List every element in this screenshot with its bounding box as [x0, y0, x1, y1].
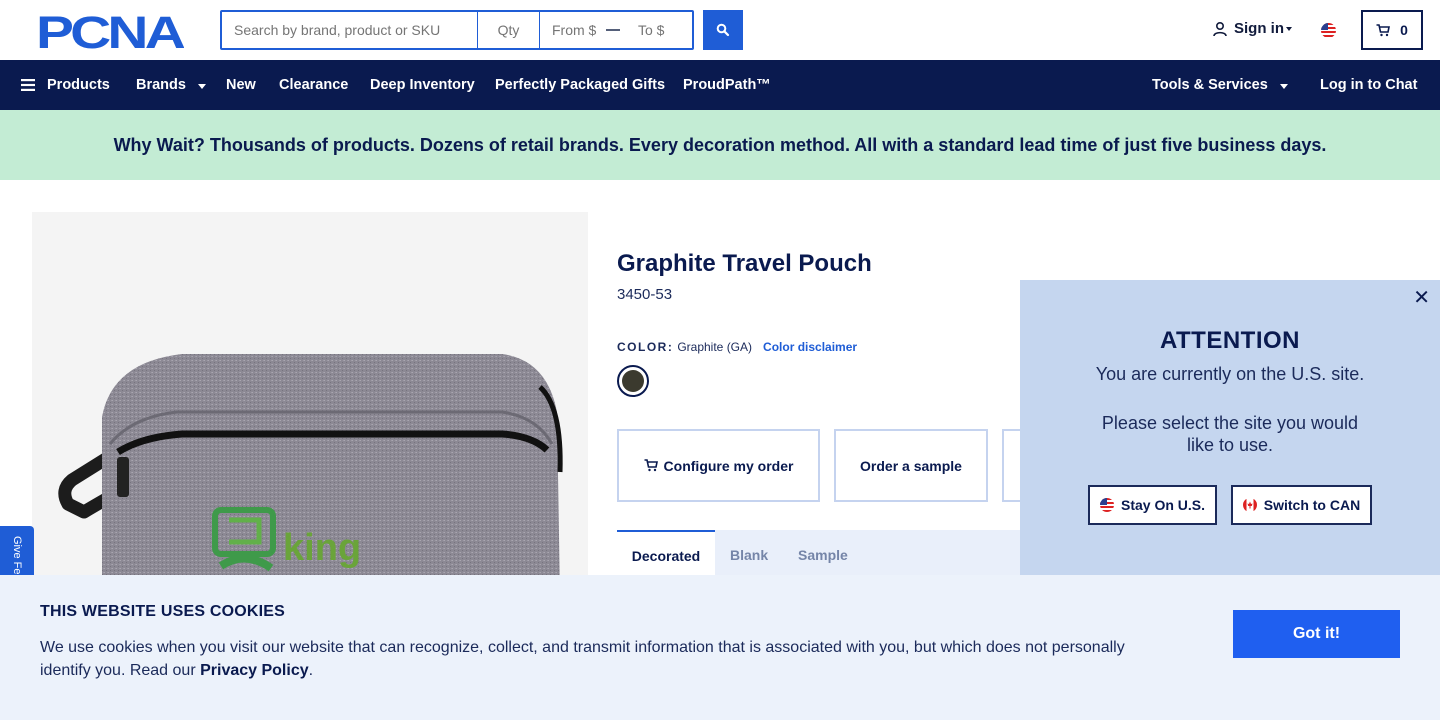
- privacy-policy-link[interactable]: Privacy Policy: [200, 662, 309, 679]
- stay-label: Stay On U.S.: [1120, 497, 1206, 513]
- qty-input[interactable]: [478, 12, 540, 48]
- color-value: Graphite (GA): [677, 340, 753, 354]
- nav-perfectly-packaged-gifts[interactable]: Perfectly Packaged Gifts: [495, 60, 665, 110]
- nav-products[interactable]: Products: [21, 60, 110, 110]
- product-sku: 3450-53: [617, 286, 673, 303]
- cart-icon: [1376, 23, 1391, 36]
- nav-proudpath-label: ProudPath™: [683, 77, 771, 93]
- nav-tools-label: Tools & Services: [1152, 77, 1268, 93]
- nav-tools-services[interactable]: Tools & Services: [1152, 60, 1288, 110]
- tab-decorated[interactable]: Decorated: [617, 530, 715, 580]
- site-select-modal: ✕ ATTENTION You are currently on the U.S…: [1020, 280, 1440, 580]
- tab-decorated-label: Decorated: [631, 548, 701, 564]
- swatch-fill: [622, 370, 644, 392]
- sample-label: Order a sample: [860, 457, 962, 474]
- sign-in-label: Sign in: [1234, 20, 1284, 37]
- us-flag-icon: [1099, 498, 1114, 512]
- chat-label: Log in to Chat: [1320, 77, 1418, 93]
- order-sample-button[interactable]: Order a sample: [834, 429, 988, 502]
- color-disclaimer-link[interactable]: Color disclaimer: [763, 340, 857, 354]
- menu-icon: [21, 79, 35, 91]
- configure-order-button[interactable]: Configure my order: [617, 429, 820, 502]
- nav-new-label: New: [226, 77, 256, 93]
- modal-select-text: Please select the site you would: [1101, 413, 1359, 433]
- nav-brands[interactable]: Brands: [136, 60, 206, 110]
- promo-banner: Why Wait? Thousands of products. Dozens …: [0, 110, 1440, 180]
- nav-products-label: Products: [47, 77, 110, 93]
- user-icon: [1213, 21, 1227, 36]
- product-logo-text: king: [283, 527, 361, 569]
- color-swatch-graphite[interactable]: [617, 365, 649, 397]
- nav-clearance-label: Clearance: [279, 77, 349, 93]
- top-header: PCNA Sign in: [0, 0, 1440, 60]
- caret-down-icon: [1279, 83, 1288, 89]
- color-label: COLOR:: [617, 340, 674, 354]
- modal-title: ATTENTION: [1159, 327, 1301, 354]
- cart-button[interactable]: 0: [1361, 10, 1423, 50]
- us-flag-icon[interactable]: [1321, 23, 1336, 38]
- cart-icon: [644, 459, 658, 472]
- cookie-text: We use cookies when you visit our websit…: [40, 636, 1150, 682]
- color-row: COLOR: Graphite (GA) Color disclaimer: [617, 340, 857, 354]
- got-it-button[interactable]: Got it!: [1233, 610, 1400, 658]
- caret-down-icon: [197, 83, 206, 89]
- range-dash: [606, 29, 620, 31]
- nav-new[interactable]: New: [226, 60, 256, 110]
- modal-current-site-text: You are currently on the U.S. site.: [1095, 364, 1365, 384]
- search-input[interactable]: [222, 12, 478, 48]
- cookie-period: .: [308, 662, 314, 679]
- tab-sample-label: Sample: [798, 547, 848, 563]
- tab-sample[interactable]: Sample: [798, 530, 848, 580]
- nav-deep-inventory-label: Deep Inventory: [370, 77, 475, 93]
- configure-label: Configure my order: [663, 457, 794, 474]
- price-from-input[interactable]: [540, 12, 604, 48]
- stay-on-us-button[interactable]: Stay On U.S.: [1088, 485, 1217, 525]
- svg-text:PCNA: PCNA: [36, 12, 184, 50]
- search-icon: [716, 23, 730, 37]
- modal-select-text-2: like to use.: [1186, 435, 1274, 455]
- sign-in-menu[interactable]: Sign in: [1212, 20, 1292, 37]
- cart-count: 0: [1400, 22, 1408, 38]
- log-in-to-chat-link[interactable]: Log in to Chat: [1320, 60, 1417, 110]
- nav-brands-label: Brands: [136, 77, 186, 93]
- tab-blank[interactable]: Blank: [730, 530, 768, 580]
- product-title: Graphite Travel Pouch: [617, 250, 872, 277]
- tab-blank-label: Blank: [730, 547, 769, 563]
- main-nav: Products Brands New Clearance Deep Inven…: [0, 60, 1440, 110]
- nav-clearance[interactable]: Clearance: [279, 60, 348, 110]
- nav-gifts-label: Perfectly Packaged Gifts: [495, 77, 666, 93]
- switch-to-can-button[interactable]: Switch to CAN: [1231, 485, 1372, 525]
- switch-label: Switch to CAN: [1263, 497, 1361, 513]
- feedback-label: Give Fe: [11, 536, 23, 575]
- search-group: [220, 10, 694, 50]
- nav-proudpath[interactable]: ProudPath™: [683, 60, 771, 110]
- close-icon[interactable]: ✕: [1413, 288, 1430, 308]
- cookie-banner: THIS WEBSITE USES COOKIES We use cookies…: [0, 575, 1440, 720]
- got-it-label: Got it!: [1292, 625, 1341, 642]
- cookie-title: THIS WEBSITE USES COOKIES: [40, 603, 286, 620]
- canada-flag-icon: [1242, 498, 1257, 512]
- price-range: [540, 12, 692, 48]
- price-to-input[interactable]: [626, 12, 690, 48]
- pcna-logo[interactable]: PCNA: [36, 7, 188, 58]
- search-button[interactable]: [703, 10, 743, 50]
- nav-deep-inventory[interactable]: Deep Inventory: [370, 60, 475, 110]
- chevron-down-icon: [1286, 26, 1292, 31]
- promo-text: Why Wait? Thousands of products. Dozens …: [113, 134, 1327, 155]
